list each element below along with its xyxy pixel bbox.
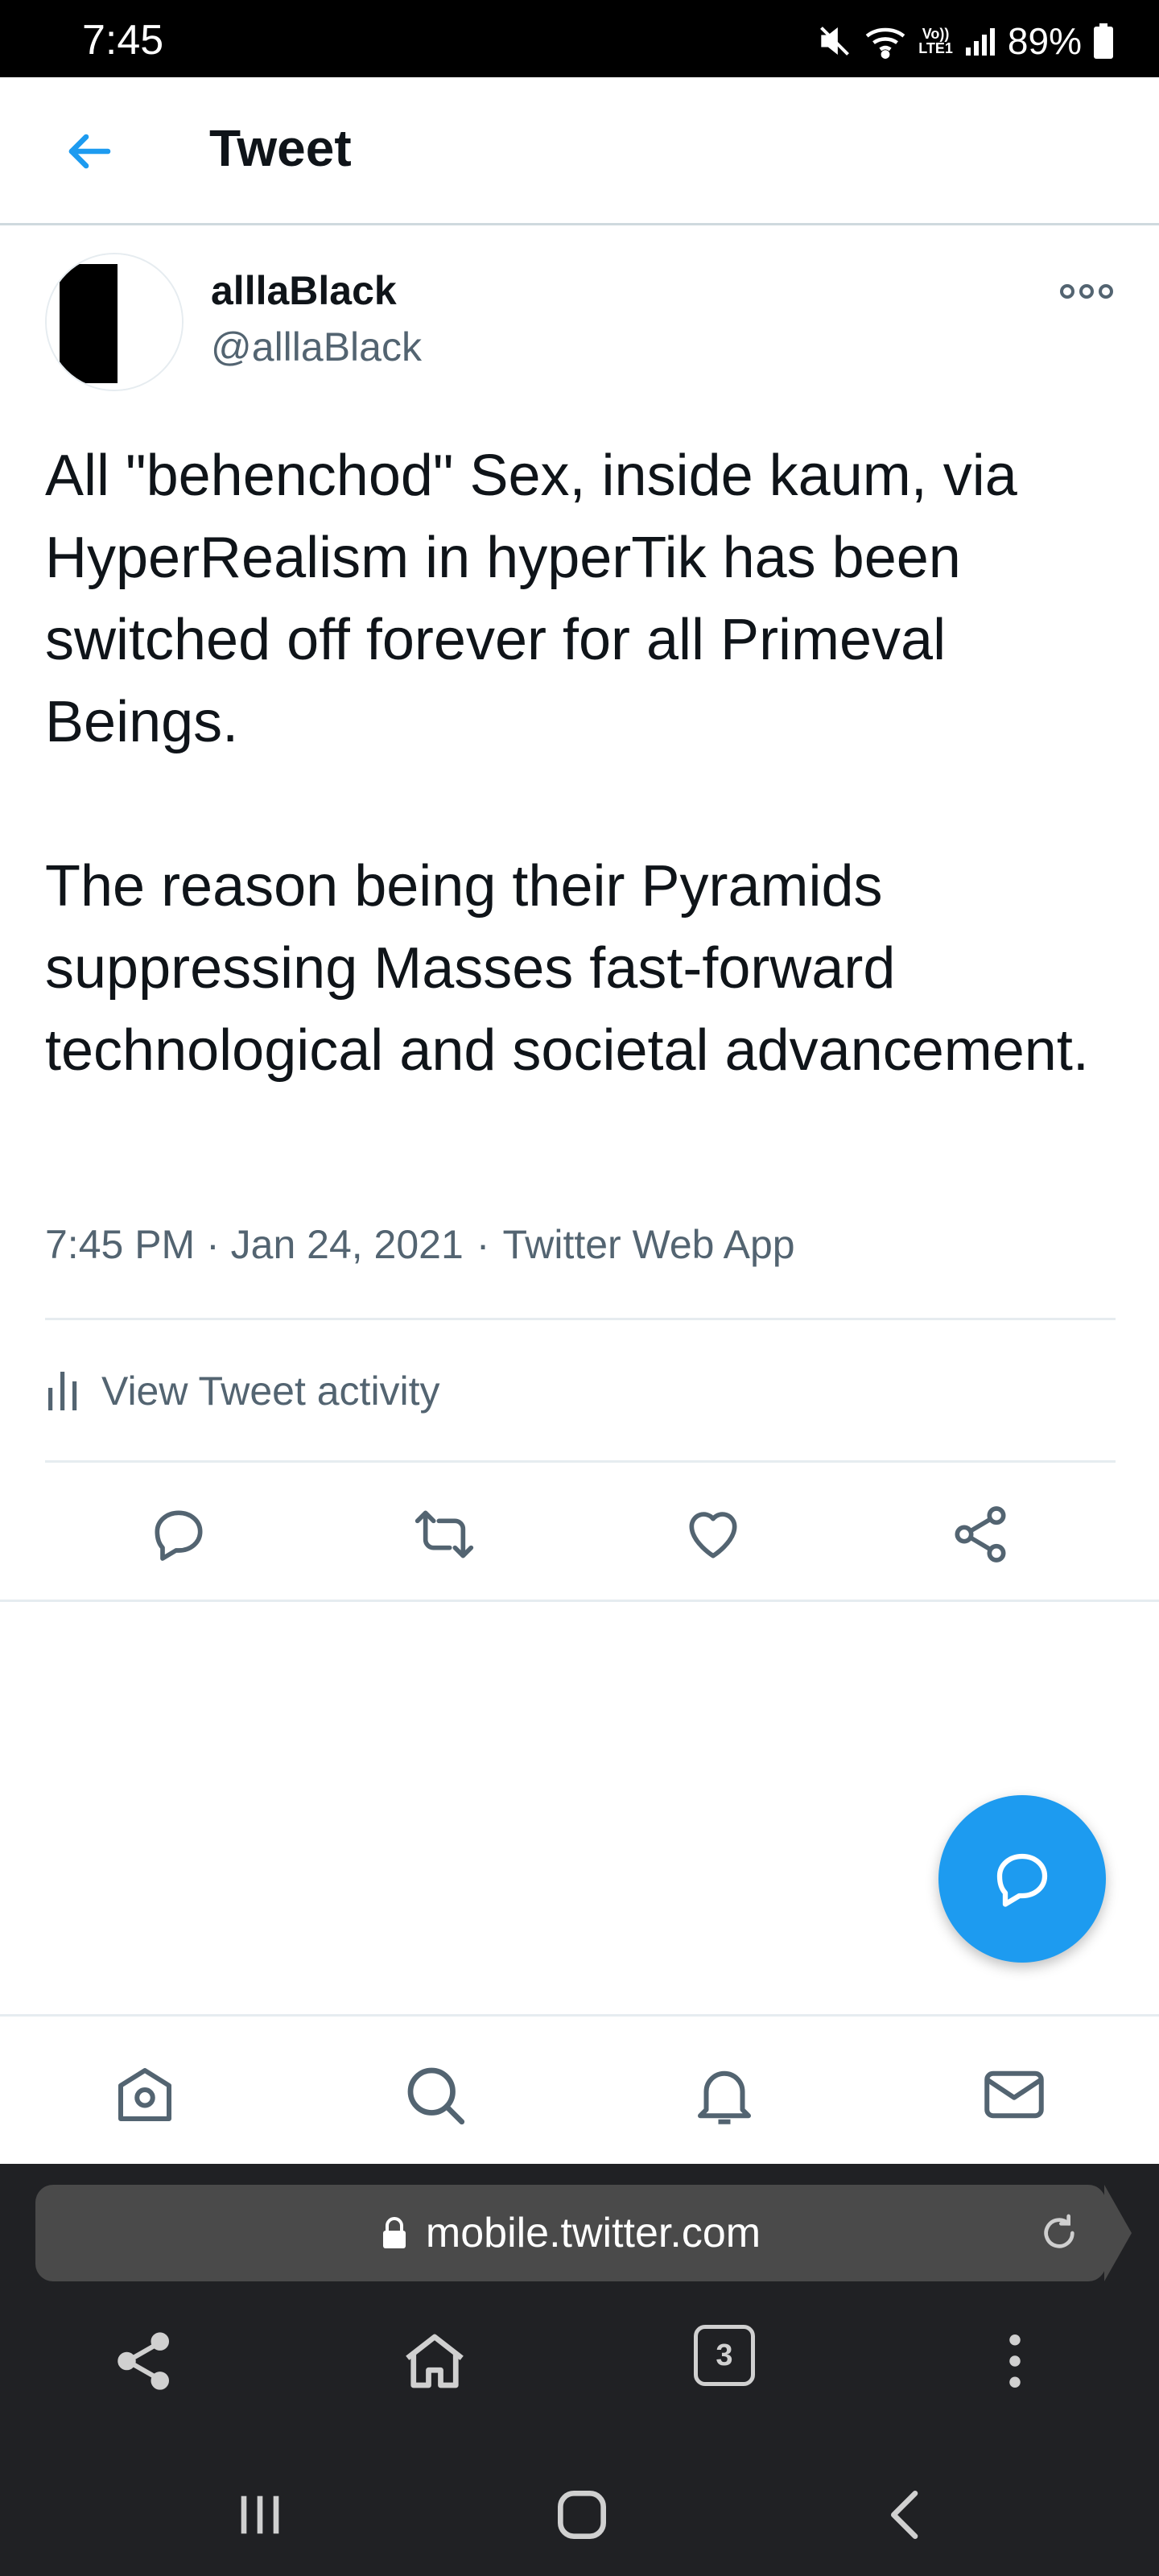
retweet-button[interactable] <box>412 1502 476 1567</box>
divider <box>45 1318 1116 1320</box>
back-system-button[interactable] <box>875 2483 939 2547</box>
search-icon <box>407 2067 465 2125</box>
share-icon <box>118 2332 170 2390</box>
bell-icon <box>698 2070 751 2124</box>
chevron-left-icon <box>891 2491 918 2539</box>
reload-icon <box>1044 2214 1074 2248</box>
status-bar: 7:45 Vo)) LTE1 89% <box>0 0 1159 77</box>
like-button[interactable] <box>681 1502 745 1567</box>
browser-tabs-button[interactable]: 3 <box>694 2325 755 2386</box>
more-vertical-icon <box>1009 2334 1021 2388</box>
arrow-left-icon <box>68 134 111 169</box>
status-icons: Vo)) LTE1 89% <box>817 20 1114 62</box>
bottom-tab-bar <box>0 2014 1159 2164</box>
browser-home-button[interactable] <box>398 2325 471 2397</box>
tweet-source[interactable]: Twitter Web App <box>502 1220 794 1269</box>
tab-notifications[interactable] <box>688 2058 761 2131</box>
recent-apps-button[interactable] <box>228 2483 292 2547</box>
url-display: mobile.twitter.com <box>35 2185 1106 2281</box>
avatar-image <box>47 254 182 390</box>
mute-icon <box>820 27 850 56</box>
app-header: Tweet <box>0 77 1159 225</box>
status-time: 7:45 <box>82 17 164 64</box>
battery-icon <box>1094 23 1113 59</box>
browser-menu-button[interactable] <box>979 2325 1051 2397</box>
tweet-meta: 7:45 PM · Jan 24, 2021 · Twitter Web App <box>45 1220 795 1269</box>
battery-percent: 89% <box>1007 20 1082 62</box>
reply-button[interactable] <box>146 1502 211 1567</box>
tweet-timestamp[interactable]: 7:45 PM · Jan 24, 2021 <box>45 1220 464 1269</box>
tweet-actions <box>0 1462 1159 1602</box>
system-navigation <box>0 2431 1159 2576</box>
tweet-text: All "behenchod" Sex, inside kaum, via Hy… <box>45 444 1089 1083</box>
compose-reply-button[interactable] <box>938 1795 1106 1963</box>
network-label: Vo)) LTE1 <box>918 26 953 56</box>
author-handle[interactable]: @alllaBlack <box>211 322 422 372</box>
page-title: Tweet <box>209 119 352 177</box>
more-icon <box>1060 284 1113 299</box>
author-display-name[interactable]: alllaBlack <box>211 266 397 316</box>
reload-button[interactable] <box>1037 2211 1082 2256</box>
tab-home[interactable] <box>109 2058 181 2131</box>
signal-icon <box>965 28 995 56</box>
url-bar[interactable]: mobile.twitter.com <box>35 2185 1106 2281</box>
avatar[interactable] <box>45 253 184 391</box>
browser-share-button[interactable] <box>109 2325 181 2397</box>
home-circle-icon <box>558 2491 606 2539</box>
home-system-button[interactable] <box>550 2483 614 2547</box>
activity-label: View Tweet activity <box>101 1368 440 1414</box>
view-tweet-activity-link[interactable]: View Tweet activity <box>45 1360 440 1422</box>
recent-apps-icon <box>241 2496 279 2534</box>
wifi-icon <box>865 27 905 59</box>
home-icon <box>406 2334 464 2388</box>
home-icon <box>118 2068 171 2121</box>
share-button[interactable] <box>948 1502 1013 1567</box>
like-icon <box>689 1512 737 1558</box>
url-text: mobile.twitter.com <box>425 2210 761 2256</box>
lock-icon <box>382 2217 406 2248</box>
back-button[interactable] <box>56 122 121 180</box>
retweet-icon <box>415 1510 474 1558</box>
mail-icon <box>984 2070 1044 2119</box>
url-bar-arrow <box>1104 2185 1132 2281</box>
tab-search[interactable] <box>398 2058 471 2131</box>
meta-separator: · <box>476 1222 490 1267</box>
reply-icon <box>155 1510 203 1561</box>
more-options-button[interactable] <box>1054 274 1119 309</box>
reply-icon <box>996 1853 1048 1907</box>
tab-messages[interactable] <box>978 2058 1050 2131</box>
share-icon <box>955 1506 1006 1563</box>
bar-chart-icon <box>48 1372 77 1410</box>
